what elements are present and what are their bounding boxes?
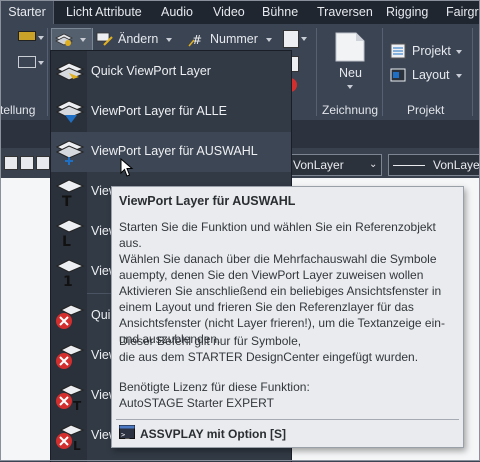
menu-item-viewport-layer-alle[interactable]: ViewPort Layer für ALLE — [51, 92, 291, 132]
layout-label: Layout — [412, 68, 450, 82]
frame-icon[interactable] — [18, 56, 36, 68]
layer-dropdown[interactable]: VonLayer ⌄ — [288, 154, 382, 176]
edit-icon — [96, 32, 113, 46]
layout-icon — [390, 68, 406, 82]
tooltip: ViewPort Layer für AUSWAHL Starten Sie d… — [111, 186, 464, 448]
svg-text:L: L — [62, 234, 71, 247]
number-icon: # — [188, 33, 202, 47]
chevron-down-icon[interactable] — [38, 61, 44, 65]
svg-text:>_: >_ — [121, 431, 130, 439]
remove-all-icon — [56, 344, 85, 369]
aendern-label: Ändern — [118, 32, 159, 46]
viewport-layer-selection-icon — [55, 140, 85, 165]
viewport-layer-split-button[interactable] — [51, 28, 93, 51]
viewport-number-icon: 1 — [55, 259, 85, 287]
tooltip-license: Benötigte Lizenz für diese Funktion: Aut… — [119, 380, 310, 410]
tooltip-title: ViewPort Layer für AUSWAHL — [119, 194, 296, 208]
svg-text:T: T — [73, 399, 82, 411]
tooltip-description: Starten Sie die Funktion und wählen Sie … — [119, 220, 445, 346]
chevron-down-icon[interactable] — [38, 36, 44, 40]
neu-label: Neu — [339, 66, 362, 80]
tab-buehne[interactable]: Bühne — [262, 0, 298, 24]
linetype-preview — [393, 165, 425, 166]
quick-viewport-layer-icon — [55, 62, 85, 81]
viewport-label-icon: L — [55, 219, 85, 247]
nummer-button[interactable]: # Nummer — [188, 31, 274, 49]
linetype-dropdown[interactable]: VonLayer — [388, 154, 480, 176]
tab-fairground[interactable]: Fairgr — [446, 0, 479, 24]
projekt-label: Projekt — [412, 44, 451, 58]
remove-text-icon: T — [56, 384, 85, 411]
remove-label-icon: L — [56, 424, 85, 451]
toolbar-icon[interactable] — [4, 156, 18, 170]
layer-dropdown-value: VonLayer — [293, 158, 344, 172]
projekt-button[interactable]: Projekt — [390, 43, 468, 61]
toolbar-icon[interactable] — [20, 156, 34, 170]
tab-rigging[interactable]: Rigging — [386, 0, 428, 24]
tooltip-command: ASSVPLAY mit Option [S] — [140, 427, 287, 441]
menu-item-quick-viewport-layer[interactable]: Quick ViewPort Layer — [51, 52, 291, 92]
mouse-cursor-icon — [120, 158, 134, 177]
tooltip-note: Dieser Befehl gilt nur für Symbole, die … — [119, 334, 419, 364]
tab-traversen[interactable]: Traversen — [317, 0, 373, 24]
layout-button[interactable]: Layout — [390, 67, 468, 85]
panel-label-projekt: Projekt — [407, 103, 445, 117]
tab-video[interactable]: Video — [213, 0, 245, 24]
neu-button[interactable]: Neu — [323, 30, 377, 90]
command-line-icon: >_ — [119, 425, 135, 439]
project-icon — [390, 43, 406, 59]
svg-text:1: 1 — [63, 274, 73, 287]
layer-color-icon[interactable] — [18, 31, 36, 41]
panel-label-zeichnung: Zeichnung — [322, 103, 379, 117]
toolbar-icon[interactable] — [36, 156, 50, 170]
viewport-layer-all-icon — [55, 100, 85, 123]
nummer-label: Nummer — [210, 32, 258, 46]
table-icon[interactable] — [283, 30, 299, 48]
panel-label-darstellung: tellung — [0, 103, 36, 117]
viewport-layer-icon — [55, 33, 73, 46]
linetype-dropdown-value: VonLayer — [433, 158, 480, 172]
tab-starter[interactable]: Starter — [0, 0, 54, 24]
menu-item-viewport-layer-auswahl[interactable]: ViewPort Layer für AUSWAHL — [51, 132, 291, 172]
aendern-button[interactable]: Ändern — [96, 31, 178, 49]
svg-text:L: L — [73, 439, 81, 451]
viewport-text-icon: T — [55, 179, 85, 207]
tab-audio[interactable]: Audio — [161, 0, 193, 24]
ribbon-tab-bar: Starter Licht Attribute Audio Video Bühn… — [0, 0, 480, 24]
chevron-down-icon: ⌄ — [369, 159, 378, 170]
tab-licht-attribute[interactable]: Licht Attribute — [66, 0, 142, 24]
remove-viewport-layer-icon — [56, 304, 85, 329]
svg-text:T: T — [62, 194, 72, 207]
new-drawing-icon — [335, 32, 365, 62]
